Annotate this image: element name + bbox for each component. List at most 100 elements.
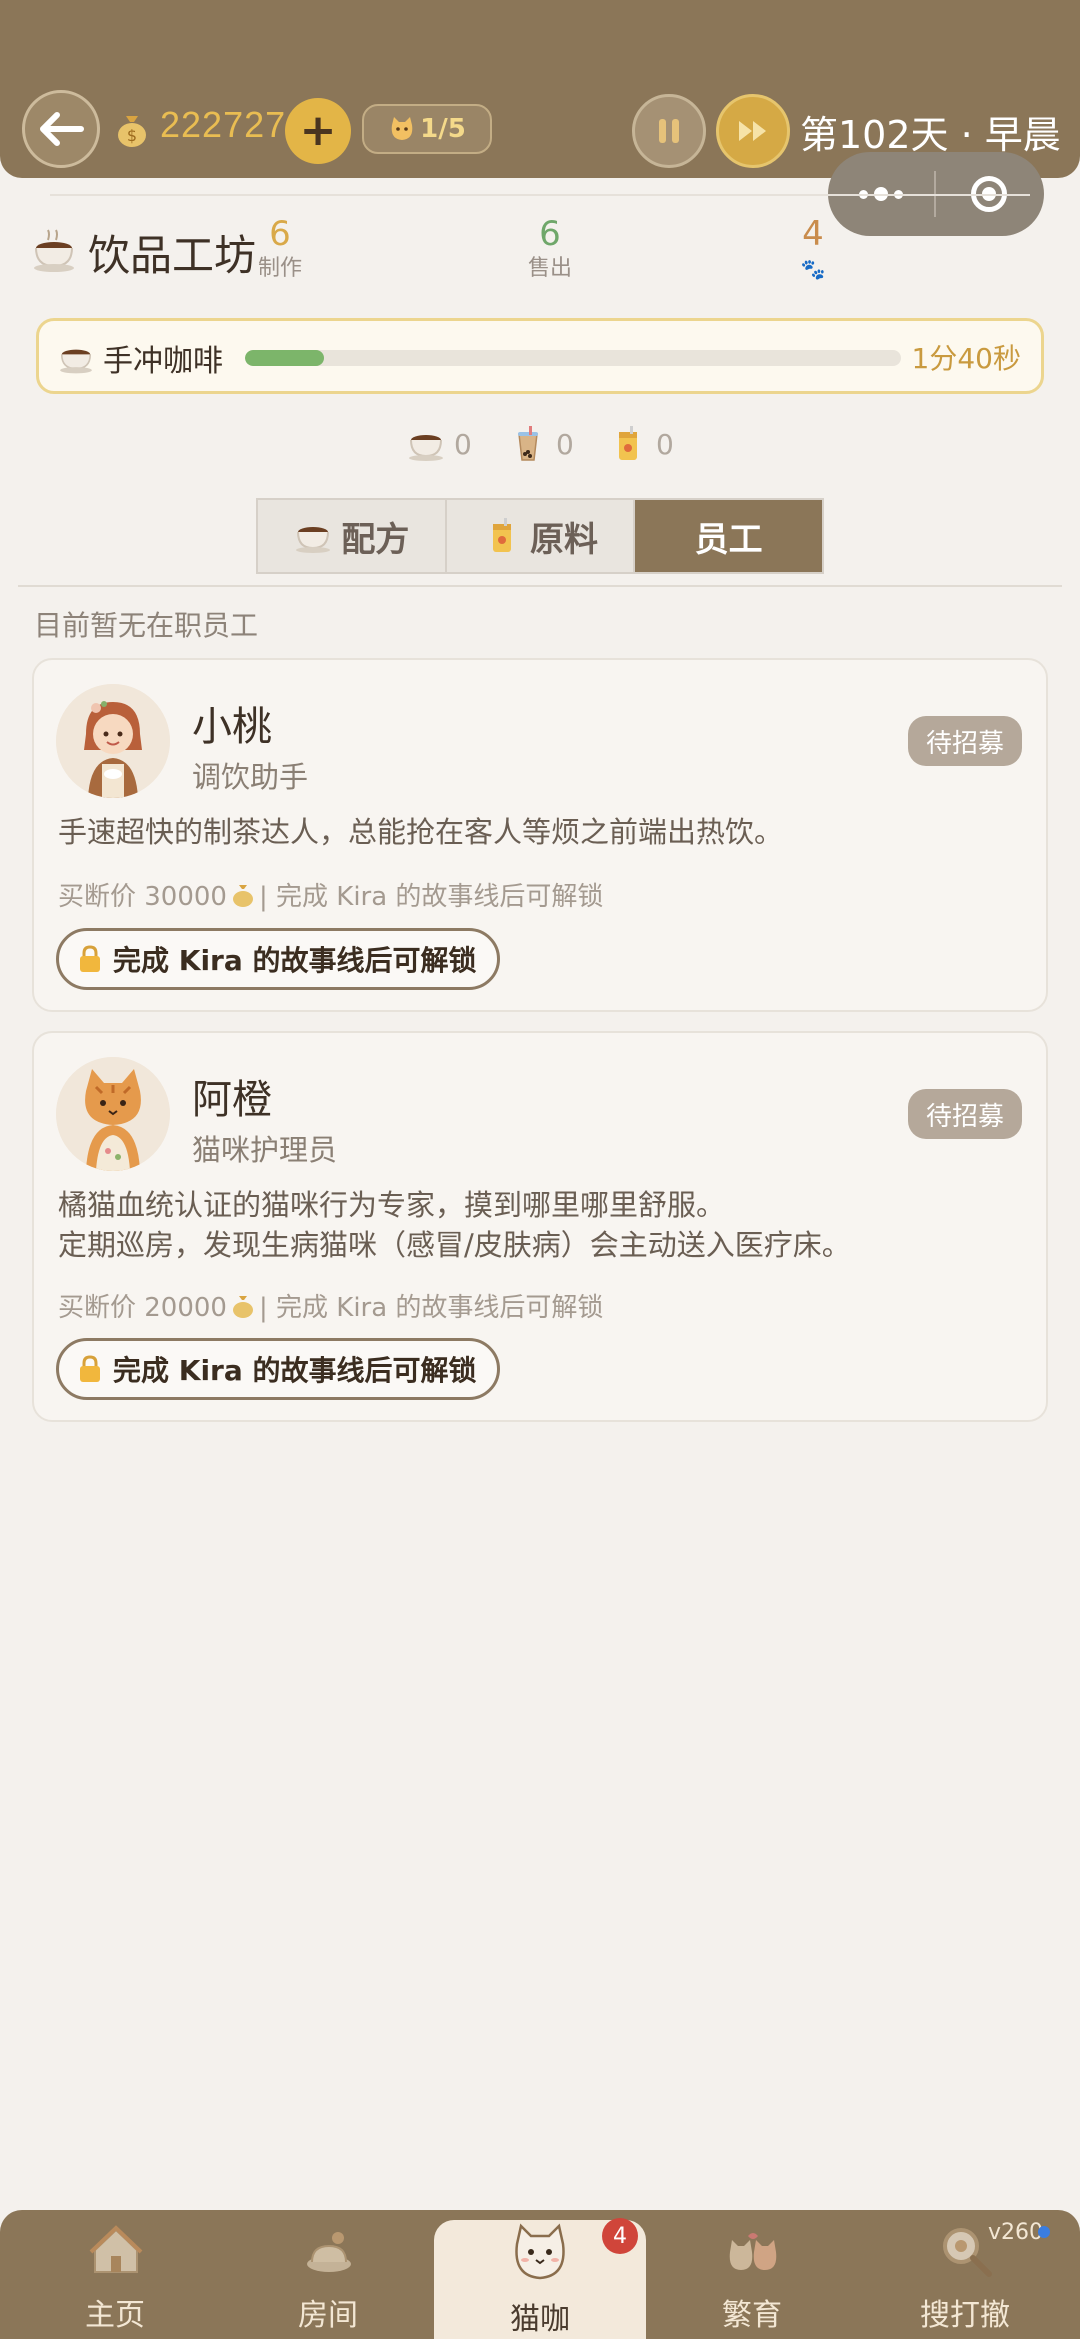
update-dot: [1038, 2226, 1050, 2238]
brewing-progress-bar: [245, 350, 901, 366]
unlock-condition-label: 完成 Kira 的故事线后可解锁: [113, 1354, 477, 1387]
house-icon: [89, 2225, 143, 2273]
inventory-juice: 0: [608, 424, 674, 464]
staff-description: 手速超快的制茶达人，总能抢在客人等烦之前端出热饮。: [58, 812, 783, 852]
staff-description-line: 手速超快的制茶达人，总能抢在客人等烦之前端出热饮。: [58, 815, 784, 849]
nav-item-breeding-label: 繁育: [722, 2298, 782, 2333]
add-coins-button[interactable]: +: [285, 98, 351, 164]
staff-price-condition: | 完成 Kira 的故事线后可解锁: [258, 882, 604, 912]
staff-price: 买断价 30000 | 完成 Kira 的故事线后可解锁: [58, 876, 603, 913]
nav-item-breeding[interactable]: 繁育: [644, 2210, 860, 2339]
stat-made: 6 制作: [250, 214, 310, 284]
cat-cup-icon: [515, 2223, 565, 2280]
tab-recipes-label: 配方: [341, 519, 410, 560]
pause-button[interactable]: [632, 94, 706, 168]
nav-item-home[interactable]: 主页: [7, 2210, 223, 2339]
brewing-time-left: 1分40秒: [911, 342, 1021, 375]
tab-ingredients-label: 原料: [530, 519, 598, 560]
tabs-divider: [18, 585, 1062, 587]
tab-staff-label: 员工: [694, 519, 763, 560]
staff-price: 买断价 20000 | 完成 Kira 的故事线后可解锁: [58, 1287, 603, 1324]
nav-item-search-label: 搜打撤: [920, 2298, 1010, 2333]
juice-can-icon: [619, 426, 637, 460]
coffee-cup-icon: [34, 229, 74, 272]
unlock-condition-label: 完成 Kira 的故事线后可解锁: [113, 944, 477, 977]
coffee-cup-icon: [296, 527, 331, 553]
money-bag-icon: $: [118, 116, 146, 147]
unlock-condition-button[interactable]: 完成 Kira 的故事线后可解锁: [56, 1338, 500, 1400]
pause-icon: [659, 119, 679, 143]
orange-cat-avatar-icon: [56, 1057, 170, 1171]
staff-price-value: 买断价 20000: [58, 1293, 227, 1323]
inventory-bubble-tea: 0: [508, 424, 574, 464]
girl-barista-avatar-icon: [56, 684, 170, 798]
staff-description-line: 定期巡房，发现生病猫咪（感冒/皮肤病）会主动送入医疗床。: [58, 1228, 851, 1262]
workshop-title: 饮品工坊: [88, 231, 257, 280]
tab-staff[interactable]: 员工: [635, 500, 823, 572]
brewing-drink-name: 手冲咖啡: [103, 344, 223, 379]
avatar: [56, 684, 170, 798]
status-badge: 待招募: [907, 716, 1022, 766]
staff-card: 小桃 调饮助手 待招募 手速超快的制茶达人，总能抢在客人等烦之前端出热饮。 买断…: [32, 658, 1048, 1012]
stat-paw-value: 4: [802, 214, 824, 254]
staff-card: 阿橙 猫咪护理员 待招募 橘猫血统认证的猫咪行为专家，摸到哪里哪里舒服。 定期巡…: [32, 1031, 1048, 1422]
inventory-coffee: 0: [406, 424, 472, 464]
nav-item-room[interactable]: 房间: [220, 2210, 436, 2339]
lock-icon: [80, 945, 100, 972]
stat-sold-label: 售出: [527, 256, 572, 281]
magnifier-icon: [943, 2228, 992, 2277]
notification-badge: 4: [602, 2218, 638, 2254]
juice-can-icon: [493, 518, 511, 552]
status-badge: 待招募: [907, 1089, 1022, 1139]
svg-text:$: $: [127, 126, 137, 145]
room-icon: [307, 2232, 351, 2272]
staff-role: 猫咪护理员: [192, 1133, 338, 1167]
brewing-progress-fill: [245, 350, 324, 366]
inventory-juice-count: 0: [656, 427, 674, 461]
staff-name: 小桃: [192, 704, 272, 750]
stat-made-label: 制作: [257, 256, 302, 281]
money-bag-icon: [232, 1295, 253, 1318]
nav-item-room-label: 房间: [298, 2298, 358, 2333]
inventory-coffee-count: 0: [454, 427, 472, 461]
stat-sold: 6 售出: [520, 214, 580, 284]
fast-forward-icon: [739, 121, 766, 141]
coffee-cup-icon: [60, 349, 92, 374]
fast-forward-button[interactable]: [716, 94, 790, 168]
coffee-cup-icon: [409, 435, 443, 461]
stat-made-value: 6: [269, 214, 291, 254]
staff-role: 调饮助手: [192, 760, 309, 794]
cat-capacity-badge[interactable]: 1/5: [362, 104, 492, 154]
nav-item-cat-cafe-label: 猫咖: [510, 2302, 570, 2337]
header-divider: [50, 194, 1030, 196]
paw-icon: 🐾: [800, 257, 826, 281]
stat-sold-value: 6: [539, 214, 561, 254]
brewing-progress-card: 手冲咖啡 1分40秒: [36, 318, 1044, 394]
cat-capacity-text: 1/5: [420, 114, 466, 144]
inventory-bubble-tea-count: 0: [556, 427, 574, 461]
staff-empty-note: 目前暂无在职员工: [34, 609, 259, 642]
money-bag-icon: [232, 884, 253, 907]
bubble-tea-icon: [518, 426, 538, 461]
tab-recipes[interactable]: 配方: [258, 500, 447, 572]
workshop-tabs: 配方 原料 员工: [256, 498, 824, 574]
back-button[interactable]: [22, 90, 100, 168]
version-label: v260: [988, 2220, 1044, 2245]
unlock-condition-button[interactable]: 完成 Kira 的故事线后可解锁: [56, 928, 500, 990]
tab-ingredients[interactable]: 原料: [446, 500, 636, 572]
staff-price-condition: | 完成 Kira 的故事线后可解锁: [258, 1293, 604, 1323]
staff-name: 阿橙: [192, 1077, 272, 1123]
day-time-label: 第102天 · 早晨: [800, 113, 1061, 157]
staff-description: 橘猫血统认证的猫咪行为专家，摸到哪里哪里舒服。 定期巡房，发现生病猫咪（感冒/皮…: [58, 1185, 851, 1265]
staff-price-value: 买断价 30000: [58, 882, 227, 912]
avatar: [56, 1057, 170, 1171]
cat-face-icon: [391, 117, 413, 140]
nav-item-home-label: 主页: [85, 2298, 145, 2333]
staff-description-line: 橘猫血统认证的猫咪行为专家，摸到哪里哪里舒服。: [58, 1188, 726, 1222]
coin-balance: 222727: [160, 104, 287, 145]
lock-icon: [80, 1355, 100, 1382]
bottom-navigation: 主页 房间 猫咖 繁育 搜打撤: [0, 2210, 1080, 2339]
stat-paw: 4 🐾: [786, 214, 840, 284]
arrow-left-icon: [40, 112, 84, 146]
cats-pair-icon: [729, 2233, 777, 2270]
